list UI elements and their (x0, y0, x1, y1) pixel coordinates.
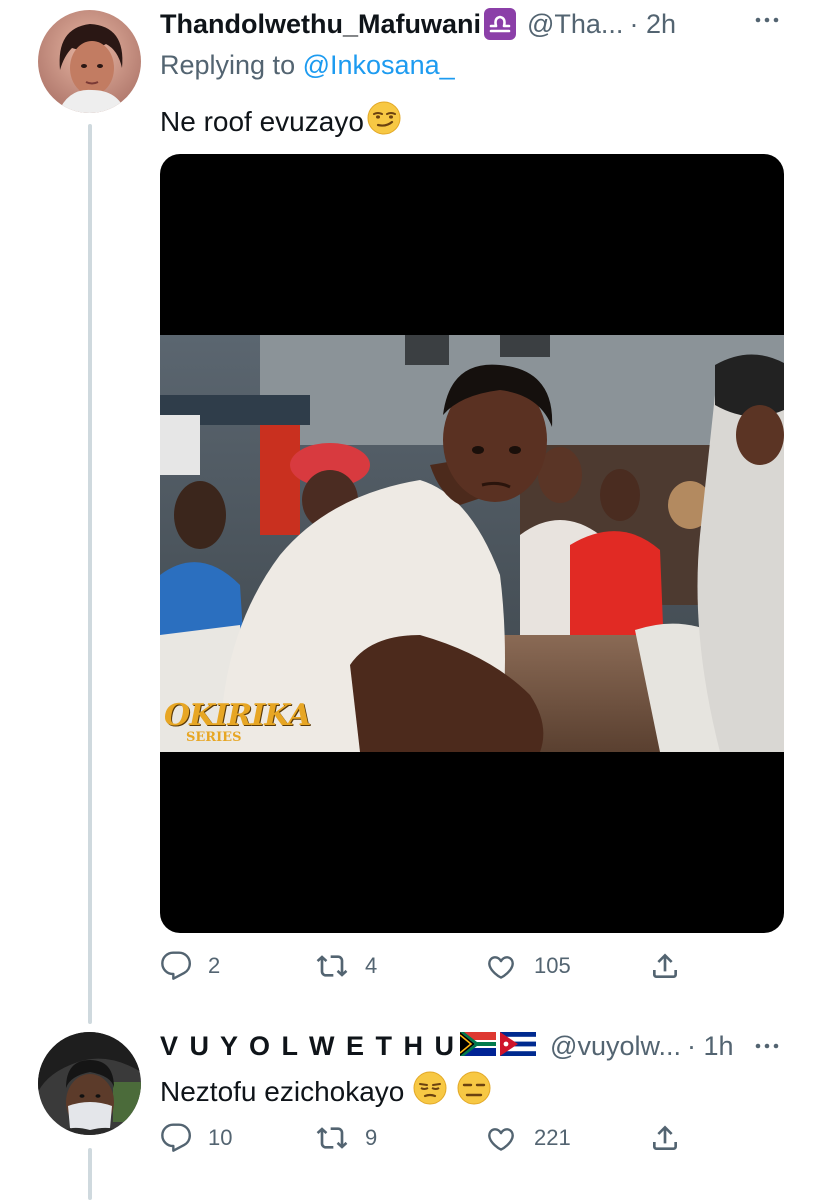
reply-count: 2 (208, 953, 221, 978)
avatar-image (38, 10, 141, 113)
reply-button[interactable]: 2 (160, 950, 220, 982)
retweet-count: 9 (365, 1125, 378, 1150)
timestamp[interactable]: · 1h (687, 1031, 734, 1062)
thread-connector-line-bottom (88, 1148, 92, 1200)
south-africa-flag (459, 1031, 497, 1061)
tweet-header: Thandolwethu_Mafuwani @Tha... · 2h (160, 6, 800, 42)
retweet-button[interactable]: 4 (315, 950, 377, 982)
heart-icon (488, 956, 514, 979)
libra-zodiac-icon (483, 7, 517, 41)
more-options-icon[interactable] (752, 1038, 782, 1059)
retweet-icon (316, 955, 348, 977)
tweet-text: Neztofu ezichokayo (160, 1070, 492, 1113)
avatar[interactable] (38, 1032, 141, 1135)
share-button[interactable] (649, 950, 681, 982)
smirking-face-emoji (366, 100, 402, 143)
media-watermark: OKIRIKA SERIES (164, 698, 311, 745)
unamused-face-emoji (412, 1070, 448, 1113)
tweet-text: Ne roof evuzayo (160, 100, 402, 143)
handle[interactable]: @Tha... (527, 9, 623, 40)
like-count: 221 (534, 1125, 571, 1150)
share-button[interactable] (649, 1122, 681, 1154)
thread-connector-line (88, 124, 92, 1024)
mention-link[interactable]: @Inkosana_ (303, 50, 455, 80)
timestamp[interactable]: · 2h (629, 9, 676, 40)
media-photo (160, 335, 784, 752)
like-button[interactable]: 221 (484, 1122, 571, 1154)
like-button[interactable]: 105 (484, 950, 571, 982)
tweet-media[interactable]: OKIRIKA SERIES (160, 154, 784, 933)
handle[interactable]: @vuyolw... (550, 1031, 681, 1062)
display-name[interactable]: V U Y O L W E T H U (160, 1031, 456, 1062)
reply-button[interactable]: 10 (160, 1122, 232, 1154)
more-options-icon[interactable] (752, 12, 782, 33)
cuba-flag (500, 1031, 537, 1061)
replying-to-label: Replying to (160, 50, 296, 80)
reply-icon (161, 951, 191, 980)
like-count: 105 (534, 953, 571, 978)
watermark-title: OKIRIKA (164, 698, 311, 733)
tweet-text-content: Ne roof evuzayo (160, 105, 364, 137)
watermark-subtitle: SERIES (186, 730, 242, 745)
display-name[interactable]: Thandolwethu_Mafuwani (160, 9, 481, 40)
heart-icon (488, 1128, 514, 1151)
avatar[interactable] (38, 10, 141, 113)
retweet-count: 4 (365, 953, 378, 978)
retweet-icon (316, 1127, 348, 1149)
retweet-button[interactable]: 9 (315, 1122, 377, 1154)
avatar-image (38, 1032, 141, 1135)
reply-icon (161, 1123, 191, 1152)
reply-count: 10 (208, 1125, 233, 1150)
share-icon (653, 953, 677, 978)
replying-to: Replying to @Inkosana_ (160, 50, 455, 81)
tweet-header: V U Y O L W E T H U @vuyolw... · 1h (160, 1028, 800, 1064)
share-icon (653, 1125, 677, 1150)
tweet-text-content: Neztofu ezichokayo (160, 1075, 405, 1107)
expressionless-face-emoji (456, 1070, 492, 1113)
